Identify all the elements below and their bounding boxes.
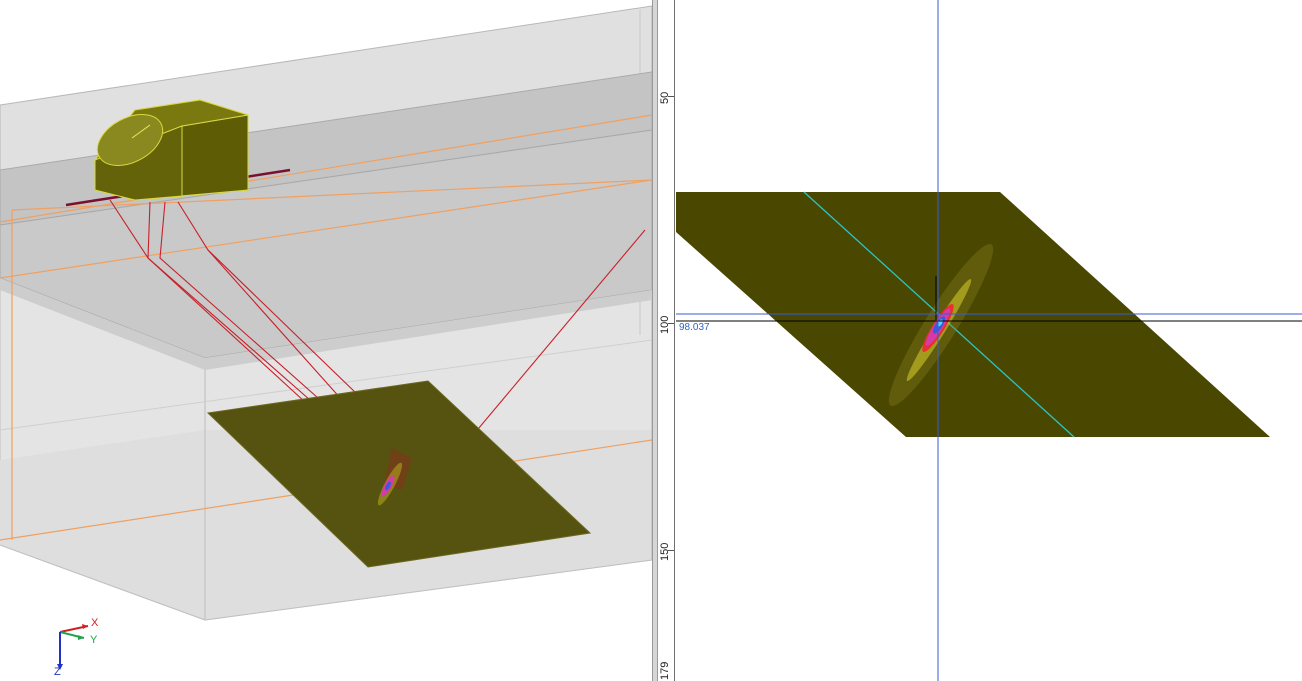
vertical-ruler: 50 100 150 179 [658,0,675,681]
3d-scene [0,5,652,621]
2d-scene [676,0,1302,681]
axis-y-label: Y [90,634,98,646]
axis-triad-icon: X Y Z [48,614,108,680]
ruler-label-50: 50 [659,91,671,104]
ruler-label-150: 150 [659,542,671,561]
axis-x-label: X [91,617,99,629]
ruler-label-100: 100 [659,315,671,334]
axis-z-label: Z [54,666,61,678]
ruler-label-179: 179 [659,661,671,680]
cursor-coordinate-readout: 98.037 [679,322,710,333]
3d-viewport[interactable]: X Y Z [0,0,652,681]
2d-map-view[interactable]: 98.037 [676,0,1302,681]
